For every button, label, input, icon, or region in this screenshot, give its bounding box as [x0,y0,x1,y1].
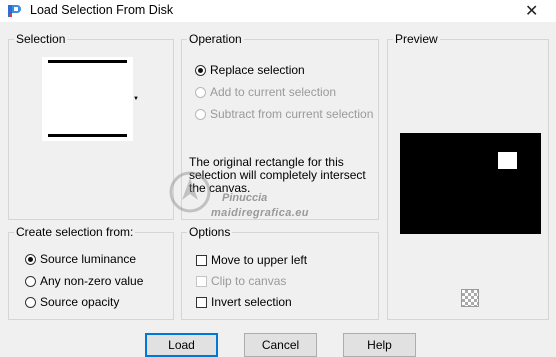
info-line: the canvas. [189,181,251,195]
operation-legend: Operation [187,32,244,46]
checkbox-indicator [196,254,207,266]
paintshop-pro-icon [8,5,21,17]
subtract-from-current-selection-radio[interactable]: Subtract from current selection [195,107,373,121]
source-luminance-radio[interactable]: Source luminance [25,252,136,266]
replace-selection-radio[interactable]: Replace selection [195,63,305,77]
subtract-from-current-selection-label: Subtract from current selection [210,107,374,121]
preview-legend: Preview [393,32,440,46]
title-bar: Load Selection From Disk ✕ [0,0,556,22]
radio-indicator [195,64,206,76]
add-to-current-selection-radio[interactable]: Add to current selection [195,85,336,99]
selection-thumbnail-dropdown[interactable] [42,57,133,141]
preview-canvas [400,133,541,234]
close-button[interactable]: ✕ [525,1,538,21]
dropdown-arrow-icon[interactable]: ▼ [133,96,139,102]
load-button[interactable]: Load [145,333,218,357]
invert-selection-label: Invert selection [211,295,292,309]
radio-indicator [195,86,206,98]
transparency-toggle-icon[interactable] [461,289,479,307]
move-to-upper-left-checkbox[interactable]: Move to upper left [196,253,307,267]
options-legend: Options [187,225,233,239]
source-luminance-label: Source luminance [40,252,137,266]
operation-info-text: The original rectangle for this selectio… [189,156,379,195]
help-button[interactable]: Help [343,333,416,357]
radio-indicator [25,296,36,308]
radio-indicator [195,108,206,120]
clip-to-canvas-checkbox[interactable]: Clip to canvas [196,274,286,288]
move-to-upper-left-label: Move to upper left [211,253,308,267]
window-title: Load Selection From Disk [30,3,174,17]
any-non-zero-value-radio[interactable]: Any non-zero value [25,274,143,288]
replace-selection-label: Replace selection [210,63,305,77]
radio-indicator [25,253,36,265]
watermark-url: maidiregrafica.eu [211,207,309,219]
preview-selection-area [498,152,517,169]
thumbnail-bottom-bar [48,134,127,137]
selection-legend: Selection [14,32,68,46]
checkbox-indicator [196,275,207,287]
add-to-current-selection-label: Add to current selection [210,85,337,99]
any-non-zero-value-label: Any non-zero value [40,274,144,288]
source-opacity-radio[interactable]: Source opacity [25,295,119,309]
create-selection-from-legend: Create selection from: [14,225,136,239]
checkbox-indicator [196,296,207,308]
source-opacity-label: Source opacity [40,295,120,309]
clip-to-canvas-label: Clip to canvas [211,274,287,288]
thumbnail-top-bar [48,60,127,63]
cancel-button[interactable]: Cancel [244,333,317,357]
watermark-logo-icon [169,171,211,213]
radio-indicator [25,275,36,287]
watermark-text: Pinuccia [222,192,268,204]
invert-selection-checkbox[interactable]: Invert selection [196,295,292,309]
